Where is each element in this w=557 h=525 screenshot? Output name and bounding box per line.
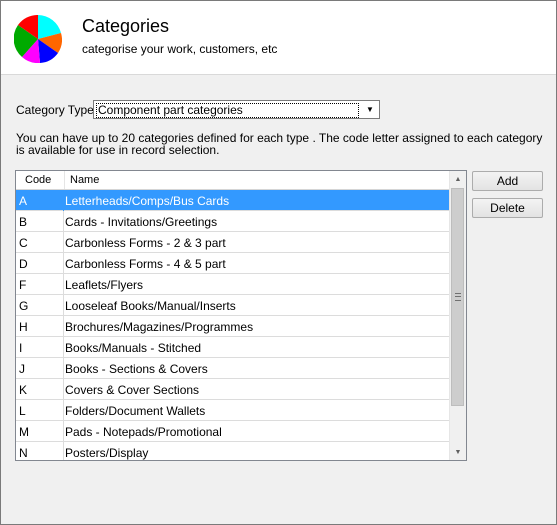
grip-icon	[455, 293, 461, 301]
column-divider	[63, 253, 64, 274]
table-body: A Letterheads/Comps/Bus Cards B Cards - Inv…	[16, 190, 451, 460]
cell-code: J	[19, 362, 25, 376]
header-panel: Categories categorise your work, custome…	[1, 1, 556, 75]
table-header: Code Name	[16, 171, 451, 190]
table-row[interactable]: L Folders/Document Wallets	[16, 400, 451, 421]
column-divider	[63, 190, 64, 211]
cell-name: Carbonless Forms - 2 & 3 part	[65, 236, 226, 250]
table-row[interactable]: F Leaflets/Flyers	[16, 274, 451, 295]
column-divider	[63, 358, 64, 379]
cell-code: L	[19, 404, 26, 418]
table-row[interactable]: M Pads - Notepads/Promotional	[16, 421, 451, 442]
cell-name: Cards - Invitations/Greetings	[65, 215, 218, 229]
scrollbar-thumb[interactable]	[451, 188, 464, 406]
cell-name: Pads - Notepads/Promotional	[65, 425, 222, 439]
cell-name: Looseleaf Books/Manual/Inserts	[65, 299, 236, 313]
categories-table[interactable]: Code Name A Letterheads/Comps/Bus Cards B C…	[15, 170, 467, 461]
info-text: You can have up to 20 categories defined…	[16, 131, 543, 157]
cell-code: K	[19, 383, 28, 397]
table-row[interactable]: I Books/Manuals - Stitched	[16, 337, 451, 358]
column-header-name[interactable]: Name	[70, 174, 99, 186]
column-divider	[63, 337, 64, 358]
cell-name: Leaflets/Flyers	[65, 278, 144, 292]
table-row[interactable]: A Letterheads/Comps/Bus Cards	[16, 190, 451, 211]
category-type-select[interactable]: Component part categories ▼	[93, 100, 380, 119]
categories-window: Categories categorise your work, custome…	[0, 0, 557, 525]
cell-code: G	[19, 299, 29, 313]
table-row[interactable]: G Looseleaf Books/Manual/Inserts	[16, 295, 451, 316]
column-header-code[interactable]: Code	[25, 174, 51, 186]
cell-code: D	[19, 257, 28, 271]
delete-button[interactable]: Delete	[472, 198, 543, 218]
add-button[interactable]: Add	[472, 171, 543, 191]
table-row[interactable]: B Cards - Invitations/Greetings	[16, 211, 451, 232]
chevron-down-icon[interactable]: ▼	[362, 102, 378, 117]
cell-name: Letterheads/Comps/Bus Cards	[65, 194, 230, 208]
table-row[interactable]: H Brochures/Magazines/Programmes	[16, 316, 451, 337]
cell-code: A	[19, 194, 28, 208]
column-divider	[63, 232, 64, 253]
cell-code: N	[19, 446, 28, 460]
column-divider	[63, 421, 64, 442]
column-divider	[63, 442, 64, 460]
category-type-label: Category Type	[16, 103, 94, 117]
cell-code: C	[19, 236, 28, 250]
cell-name: Books - Sections & Covers	[65, 362, 208, 376]
cell-name: Carbonless Forms - 4 & 5 part	[65, 257, 226, 271]
cell-name: Brochures/Magazines/Programmes	[65, 320, 254, 334]
column-divider	[63, 274, 64, 295]
cell-name: Folders/Document Wallets	[65, 404, 206, 418]
cell-code: B	[19, 215, 28, 229]
page-subtitle: categorise your work, customers, etc	[82, 42, 278, 56]
column-divider	[63, 211, 64, 232]
table-row[interactable]: N Posters/Display	[16, 442, 451, 460]
cell-code: F	[19, 278, 27, 292]
column-divider	[63, 295, 64, 316]
column-divider	[63, 316, 64, 337]
category-type-value: Component part categories	[96, 103, 359, 118]
cell-name: Posters/Display	[65, 446, 149, 460]
page-title: Categories	[82, 16, 170, 36]
scroll-up-icon[interactable]: ▲	[450, 171, 466, 187]
column-divider	[63, 400, 64, 421]
cell-name: Books/Manuals - Stitched	[65, 341, 202, 355]
pie-chart-icon	[14, 15, 62, 63]
table-row[interactable]: J Books - Sections & Covers	[16, 358, 451, 379]
vertical-scrollbar[interactable]: ▲ ▼	[449, 171, 466, 460]
cell-code: H	[19, 320, 28, 334]
column-divider	[64, 171, 65, 189]
table-row[interactable]: C Carbonless Forms - 2 & 3 part	[16, 232, 451, 253]
cell-name: Covers & Cover Sections	[65, 383, 200, 397]
table-row[interactable]: D Carbonless Forms - 4 & 5 part	[16, 253, 451, 274]
cell-code: M	[19, 425, 29, 439]
scroll-down-icon[interactable]: ▼	[450, 444, 466, 460]
table-row[interactable]: K Covers & Cover Sections	[16, 379, 451, 400]
cell-code: I	[19, 341, 23, 355]
column-divider	[63, 379, 64, 400]
